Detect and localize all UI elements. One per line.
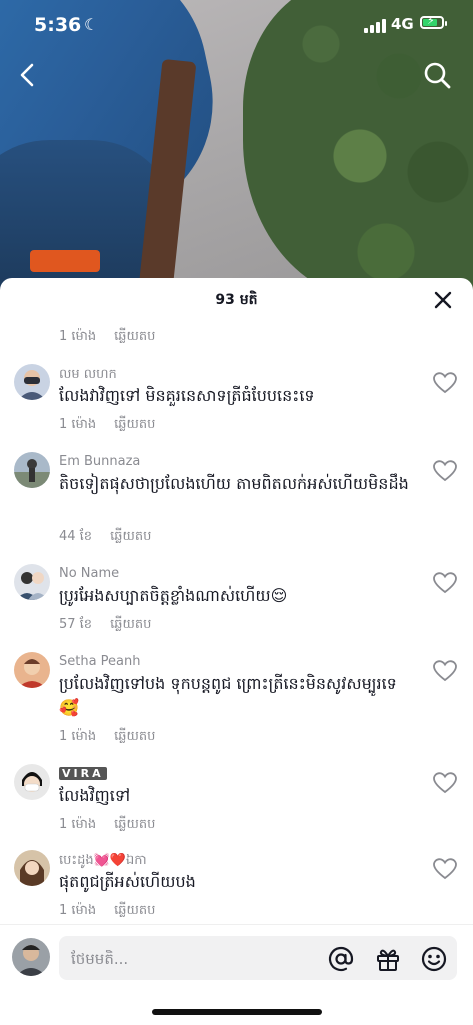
comment-meta: 1 ម៉ោង ឆ្លើយតប [59, 816, 155, 835]
mention-button[interactable] [327, 945, 355, 973]
heart-outline-icon [433, 372, 457, 394]
reply-button[interactable]: ឆ្លើយតប [114, 817, 155, 832]
reply-button[interactable]: ឆ្លើយតប [114, 903, 155, 918]
comment-time: 57 ខែ [59, 617, 93, 632]
comment-time: 44 ខែ [59, 529, 93, 544]
search-button[interactable] [422, 60, 452, 90]
network-type: 4G [391, 15, 414, 33]
comment-meta: 44 ខែ ឆ្លើយតប [59, 528, 151, 547]
comment-author[interactable]: បេះដូង💓❤️ឯកា [59, 852, 147, 871]
home-indicator [152, 1009, 322, 1015]
comments-count-title: 93 មតិ [215, 292, 258, 308]
comments-sheet: 93 មតិ 1 ម៉ោង ឆ្លើយតប លម លហក លែងវាវិញទៅ ម… [0, 278, 473, 1024]
comment-time: 1 ម៉ោង [59, 729, 97, 744]
comment-time: 1 ម៉ោង [59, 817, 97, 832]
reply-button[interactable]: ឆ្លើយតប [114, 329, 155, 344]
comment-author[interactable]: Setha Peanh [59, 654, 141, 669]
like-button[interactable] [433, 572, 457, 594]
comment-author[interactable]: លម លហក [59, 366, 117, 385]
reply-button[interactable]: ឆ្លើយតប [110, 529, 151, 544]
like-button[interactable] [433, 660, 457, 682]
comment-text: ប្រលែងវិញទៅបង ទុកបន្តពូជ ព្រោះត្រីនេះមិន… [59, 674, 397, 717]
search-icon [424, 62, 451, 89]
comment-meta: 57 ខែ ឆ្លើយតប [59, 616, 151, 635]
comment-text: លែងវាវិញទៅ មិនគួរនេសាទត្រីធំបែបនេះទេ [59, 386, 315, 405]
heart-outline-icon [433, 572, 457, 594]
comment-text: ផុតពូជត្រីអស់ហើយបង [59, 872, 196, 891]
reply-button[interactable]: ឆ្លើយតប [110, 617, 151, 632]
comment-time: 1 ម៉ោង [59, 329, 97, 344]
heart-outline-icon [433, 660, 457, 682]
avatar[interactable] [14, 764, 50, 800]
back-button[interactable] [14, 60, 44, 90]
status-bar: 5:36 ☾ 4G ⚡ [0, 0, 473, 52]
comment-input-pill [59, 936, 457, 982]
comment-meta: 1 ម៉ោង ឆ្លើយតប [59, 328, 155, 347]
comment-time: 1 ម៉ោង [59, 417, 97, 432]
comment-input-bar [0, 924, 473, 1025]
reply-button[interactable]: ឆ្លើយតប [114, 729, 155, 744]
gift-icon [377, 949, 399, 971]
comment-meta: 1 ម៉ោង ឆ្លើយតប [59, 416, 155, 435]
avatar[interactable] [14, 564, 50, 600]
comment-author[interactable]: Em Bunnaza [59, 454, 140, 469]
comment-meta: 1 ម៉ោង ឆ្លើយតប [59, 728, 155, 747]
heart-outline-icon [433, 858, 457, 880]
life-vest [30, 250, 100, 272]
status-time: 5:36 [34, 14, 82, 36]
emoji-button[interactable] [420, 945, 448, 973]
like-button[interactable] [433, 858, 457, 880]
avatar[interactable] [14, 652, 50, 688]
like-button[interactable] [433, 772, 457, 794]
heart-outline-icon [433, 460, 457, 482]
vira-name-badge: VIRA [59, 767, 107, 780]
close-icon [434, 291, 452, 309]
comment-meta: 1 ម៉ោង ឆ្លើយតប [59, 902, 155, 921]
like-button[interactable] [433, 372, 457, 394]
smiley-icon [421, 946, 447, 972]
gift-button[interactable] [374, 945, 402, 973]
like-button[interactable] [433, 460, 457, 482]
close-button[interactable] [431, 288, 455, 312]
battery-icon: ⚡ [420, 14, 447, 29]
avatar[interactable] [14, 850, 50, 886]
comment-text: តិចទៀតផុសថាប្រលែងហើយ តាមពិតលក់អស់ហើយមិនដ… [59, 474, 409, 493]
comment-author[interactable]: VIRA [59, 766, 107, 781]
moon-icon: ☾ [84, 15, 99, 34]
reply-button[interactable]: ឆ្លើយតប [114, 417, 155, 432]
at-sign-icon [328, 946, 354, 972]
comment-time: 1 ម៉ោង [59, 903, 97, 918]
avatar[interactable] [14, 364, 50, 400]
heart-outline-icon [433, 772, 457, 794]
comment-input[interactable] [69, 936, 323, 982]
signal-icon [364, 17, 386, 33]
my-avatar[interactable] [12, 938, 50, 976]
comment-text: លែងវិញទៅ [59, 786, 131, 805]
avatar[interactable] [14, 452, 50, 488]
comment-text: ប្រូរអែងសប្បាតចិត្តខ្លាំងណាស់ហើយ😌 [59, 586, 288, 605]
comment-author[interactable]: No Name [59, 566, 119, 581]
back-arrow-icon [20, 63, 34, 87]
